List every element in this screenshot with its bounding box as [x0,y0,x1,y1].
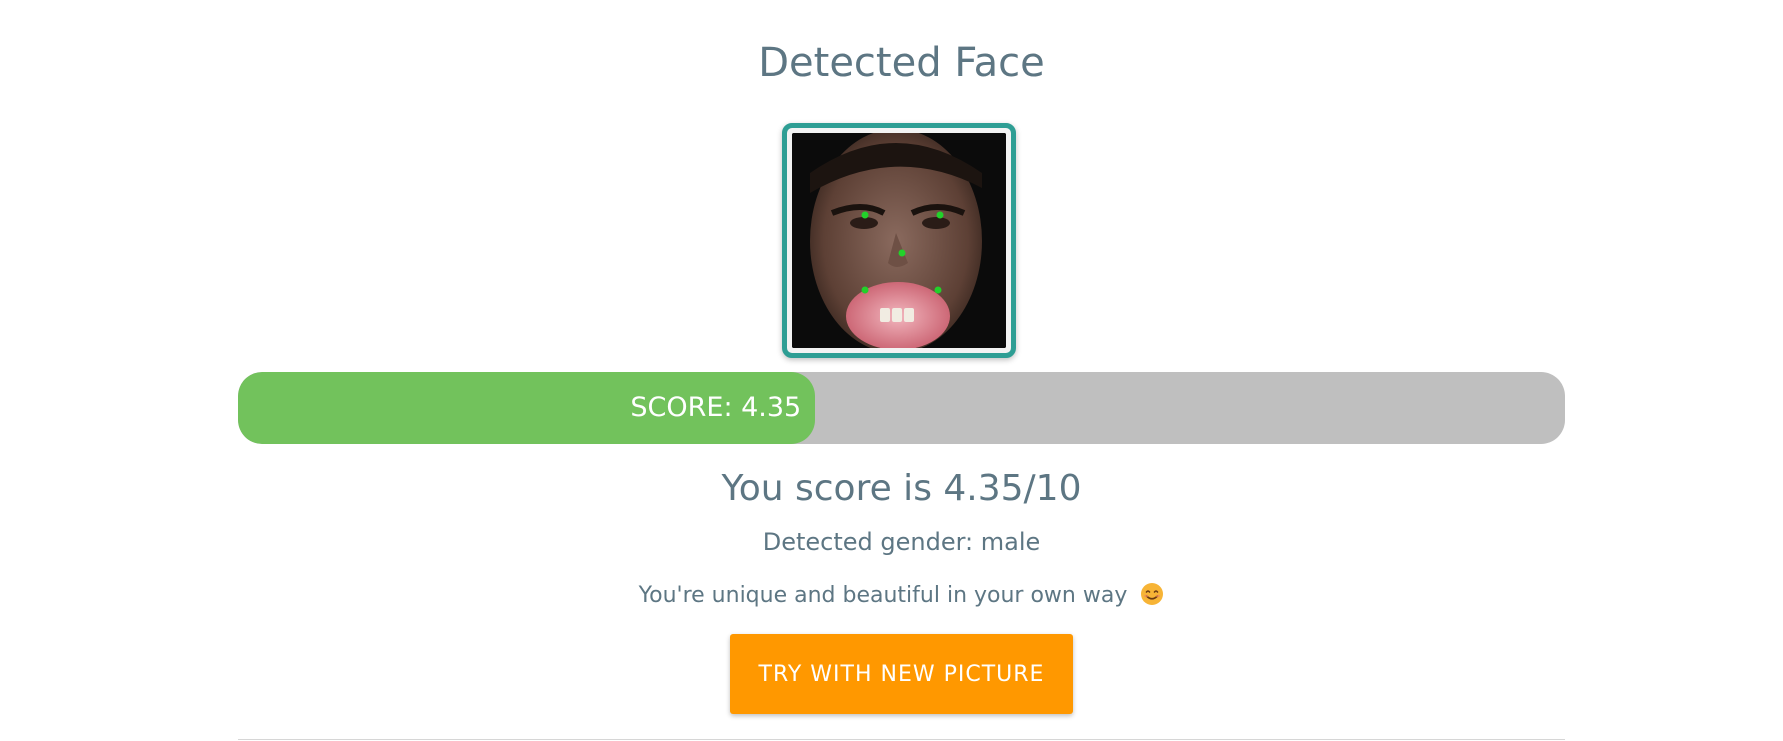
detected-face-frame [782,123,1016,358]
detected-face-image [792,133,1006,348]
smiling-face-icon [1141,583,1164,605]
score-progress-fill: SCORE: 4.35 [238,372,816,444]
score-progress-label: SCORE: 4.35 [630,392,802,423]
encouragement-message: You're unique and beautiful in your own … [0,582,1783,608]
score-result-text: You score is 4.35/10 [721,468,1082,509]
score-progress-bar: SCORE: 4.35 [238,372,1565,444]
detected-gender-text: Detected gender: male [762,528,1041,556]
encouragement-message-text: You're unique and beautiful in your own … [638,583,1128,608]
try-new-picture-button[interactable]: TRY WITH NEW PICTURE [730,634,1073,714]
section-divider [238,739,1565,740]
page-title: Detected Face [758,40,1045,86]
